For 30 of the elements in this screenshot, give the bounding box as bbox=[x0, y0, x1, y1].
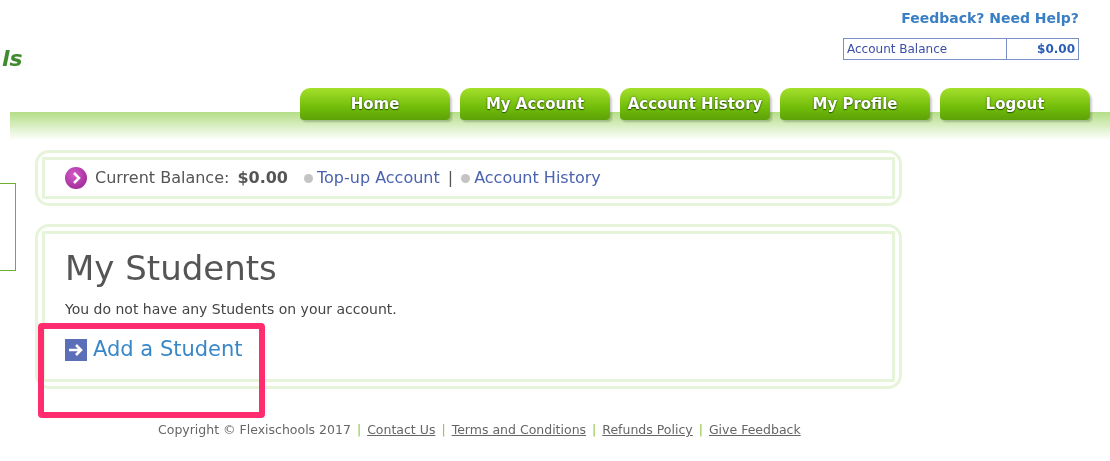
footer-separator: | bbox=[698, 421, 703, 440]
arrow-circle-icon bbox=[65, 167, 87, 189]
account-balance-value: $0.00 bbox=[1006, 39, 1078, 59]
footer-link[interactable]: Terms and Conditions bbox=[451, 421, 587, 441]
help-link[interactable]: Feedback? Need Help? bbox=[901, 8, 1079, 29]
page-title: My Students bbox=[65, 248, 278, 289]
arrow-right-icon bbox=[65, 338, 87, 361]
balance-link[interactable]: Account History bbox=[474, 166, 601, 190]
nav-tab[interactable]: Logout bbox=[940, 88, 1090, 120]
account-balance-label: Account Balance bbox=[846, 41, 949, 58]
footer-separator: | bbox=[592, 421, 597, 440]
balance-amount: $0.00 bbox=[237, 167, 288, 189]
empty-message: You do not have any Students on your account. bbox=[65, 299, 398, 319]
footer-separator: | bbox=[356, 421, 362, 440]
nav-tab[interactable]: Home bbox=[300, 88, 450, 120]
nav-tab[interactable]: My Profile bbox=[780, 88, 930, 120]
add-student-link[interactable]: Add a Student bbox=[65, 333, 243, 366]
bullet-icon bbox=[461, 173, 471, 183]
bullet-icon bbox=[304, 173, 313, 183]
footer-separator: | bbox=[441, 421, 446, 440]
nav-tab[interactable]: My Account bbox=[460, 88, 610, 120]
copyright-text: Copyright © Flexischools 2017 bbox=[158, 421, 351, 440]
balance-link[interactable]: Top-up Account bbox=[317, 166, 440, 190]
logo-text: ls bbox=[2, 48, 23, 73]
footer-link[interactable]: Refunds Policy bbox=[602, 421, 693, 441]
footer-link[interactable]: Give Feedback bbox=[708, 421, 801, 441]
footer-link[interactable]: Contact Us bbox=[367, 421, 436, 441]
nav-tab[interactable]: Account History bbox=[620, 88, 770, 120]
balance-label: Current Balance: bbox=[95, 167, 230, 189]
separator: | bbox=[447, 167, 454, 189]
